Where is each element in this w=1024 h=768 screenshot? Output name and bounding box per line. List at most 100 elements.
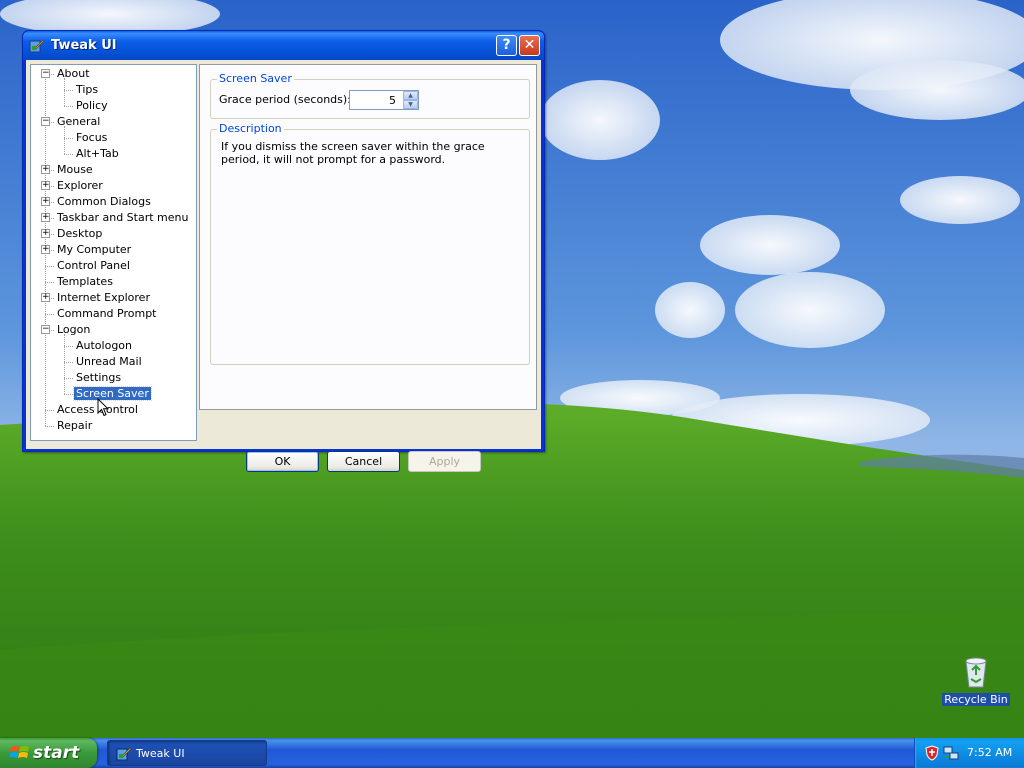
ok-button[interactable]: OK — [246, 451, 319, 472]
tree-item[interactable]: Tips — [74, 82, 100, 98]
mouse-cursor-icon — [97, 398, 109, 417]
settings-panel: Screen Saver Grace period (seconds): ▲ ▼… — [199, 64, 537, 410]
expand-icon[interactable]: + — [41, 181, 50, 190]
collapse-icon[interactable]: − — [41, 69, 50, 78]
tree-item-label: Unread Mail — [76, 355, 142, 368]
tree-item-label: Tips — [76, 83, 99, 96]
tree-item-label: Taskbar and Start menu — [57, 211, 189, 224]
tree-item[interactable]: Repair — [55, 418, 94, 434]
close-button[interactable]: ✕ — [519, 35, 540, 56]
clock: 7:52 AM — [967, 746, 1013, 759]
screen-saver-group: Screen Saver Grace period (seconds): ▲ ▼ — [210, 72, 530, 119]
taskbar: start Tweak UI 7:52 AM — [0, 738, 1024, 768]
expand-icon[interactable]: + — [41, 197, 50, 206]
tree-item[interactable]: Explorer — [55, 178, 105, 194]
taskbar-button-label: Tweak UI — [136, 747, 185, 760]
collapse-icon[interactable]: − — [41, 117, 50, 126]
network-icon[interactable] — [943, 745, 959, 761]
tree-item[interactable]: Desktop — [55, 226, 104, 242]
tree-item[interactable]: Mouse — [55, 162, 95, 178]
tree-item-label: Repair — [57, 419, 93, 432]
tree-item[interactable]: Command Prompt — [55, 306, 159, 322]
tree-connector-line — [64, 378, 73, 379]
tree-item[interactable]: Common Dialogs — [55, 194, 153, 210]
title-bar[interactable]: Tweak UI ? ✕ — [23, 31, 544, 60]
tree-item[interactable]: My Computer — [55, 242, 133, 258]
tree-connector-line — [64, 138, 73, 139]
expand-icon[interactable]: + — [41, 165, 50, 174]
tree-item[interactable]: Settings — [74, 370, 123, 386]
expand-icon[interactable]: + — [41, 293, 50, 302]
tree-item-label: Command Prompt — [57, 307, 157, 320]
tree-item-label: Policy — [76, 99, 108, 112]
window-title: Tweak UI — [51, 38, 117, 53]
description-group-title: Description — [217, 122, 284, 135]
tree-item[interactable]: About — [55, 66, 92, 82]
start-button[interactable]: start — [0, 738, 97, 768]
start-label: start — [33, 743, 80, 763]
tree-item[interactable]: Screen Saver — [73, 386, 152, 402]
tree-item-label: Logon — [57, 323, 91, 336]
tree-connector-line — [64, 394, 73, 395]
tree-connector-line — [64, 106, 73, 107]
tree-item-label: Desktop — [57, 227, 103, 240]
security-shield-icon[interactable] — [925, 745, 939, 761]
tree-connector-line — [64, 90, 73, 91]
tree-item-label: Focus — [76, 131, 108, 144]
grace-period-label: Grace period (seconds): — [219, 93, 351, 106]
tree-item[interactable]: Taskbar and Start menu — [55, 210, 190, 226]
settings-tree[interactable]: − About Tips Policy − General Focus Alt+Tab + Mou… — [30, 64, 197, 441]
tree-item[interactable]: Control Panel — [55, 258, 132, 274]
tweakui-icon — [116, 747, 132, 761]
collapse-icon[interactable]: − — [41, 325, 50, 334]
screen-saver-group-title: Screen Saver — [217, 72, 294, 85]
tree-item[interactable]: Autologon — [74, 338, 134, 354]
spin-down-button[interactable]: ▼ — [403, 100, 418, 109]
tree-connector-line — [64, 334, 65, 394]
tree-item-label: Explorer — [57, 179, 103, 192]
help-button[interactable]: ? — [496, 35, 517, 56]
tree-item-label: Settings — [76, 371, 122, 384]
tree-connector-line — [64, 78, 65, 106]
tree-connector-line — [64, 346, 73, 347]
recycle-bin-label: Recycle Bin — [942, 693, 1010, 706]
expand-icon[interactable]: + — [41, 213, 50, 222]
tree-item[interactable]: Focus — [74, 130, 109, 146]
cancel-button[interactable]: Cancel — [327, 451, 400, 472]
tree-item-label: Alt+Tab — [76, 147, 119, 160]
tree-item[interactable]: Logon — [55, 322, 92, 338]
tree-item[interactable]: Alt+Tab — [74, 146, 121, 162]
window-client-area: − About Tips Policy − General Focus Alt+Tab + Mou… — [26, 60, 541, 472]
tree-item[interactable]: Policy — [74, 98, 110, 114]
recycle-bin-icon — [965, 657, 987, 688]
tree-item-label: Mouse — [57, 163, 93, 176]
tweakui-icon — [29, 39, 45, 53]
tree-item-label: Screen Saver — [73, 386, 152, 401]
tree-item[interactable]: General — [55, 114, 102, 130]
tree-connector-line — [64, 154, 73, 155]
description-text: If you dismiss the screen saver within t… — [221, 140, 485, 166]
tree-connector-line — [45, 282, 54, 283]
tree-item[interactable]: Templates — [55, 274, 115, 290]
tree-item-label: Common Dialogs — [57, 195, 151, 208]
tree-item-label: Templates — [57, 275, 113, 288]
spin-up-button[interactable]: ▲ — [403, 91, 418, 100]
tree-item[interactable]: Internet Explorer — [55, 290, 152, 306]
tree-connector-line — [64, 362, 73, 363]
apply-button[interactable]: Apply — [408, 451, 481, 472]
grace-period-input[interactable] — [350, 91, 402, 109]
tree-connector-line — [45, 410, 54, 411]
grace-period-stepper[interactable]: ▲ ▼ — [349, 90, 419, 110]
taskbar-button-tweak-ui[interactable]: Tweak UI — [107, 740, 267, 766]
tree-item[interactable]: Unread Mail — [74, 354, 144, 370]
expand-icon[interactable]: + — [41, 245, 50, 254]
system-tray: 7:52 AM — [914, 738, 1024, 768]
tree-item-label: General — [57, 115, 101, 128]
tree-connector-line — [45, 314, 54, 315]
recycle-bin-desktop-icon[interactable]: Recycle Bin — [940, 655, 1012, 715]
description-group: Description If you dismiss the screen sa… — [210, 122, 530, 365]
tree-connector-line — [45, 266, 54, 267]
tree-item-label: My Computer — [57, 243, 132, 256]
tree-connector-line — [64, 126, 65, 154]
expand-icon[interactable]: + — [41, 229, 50, 238]
